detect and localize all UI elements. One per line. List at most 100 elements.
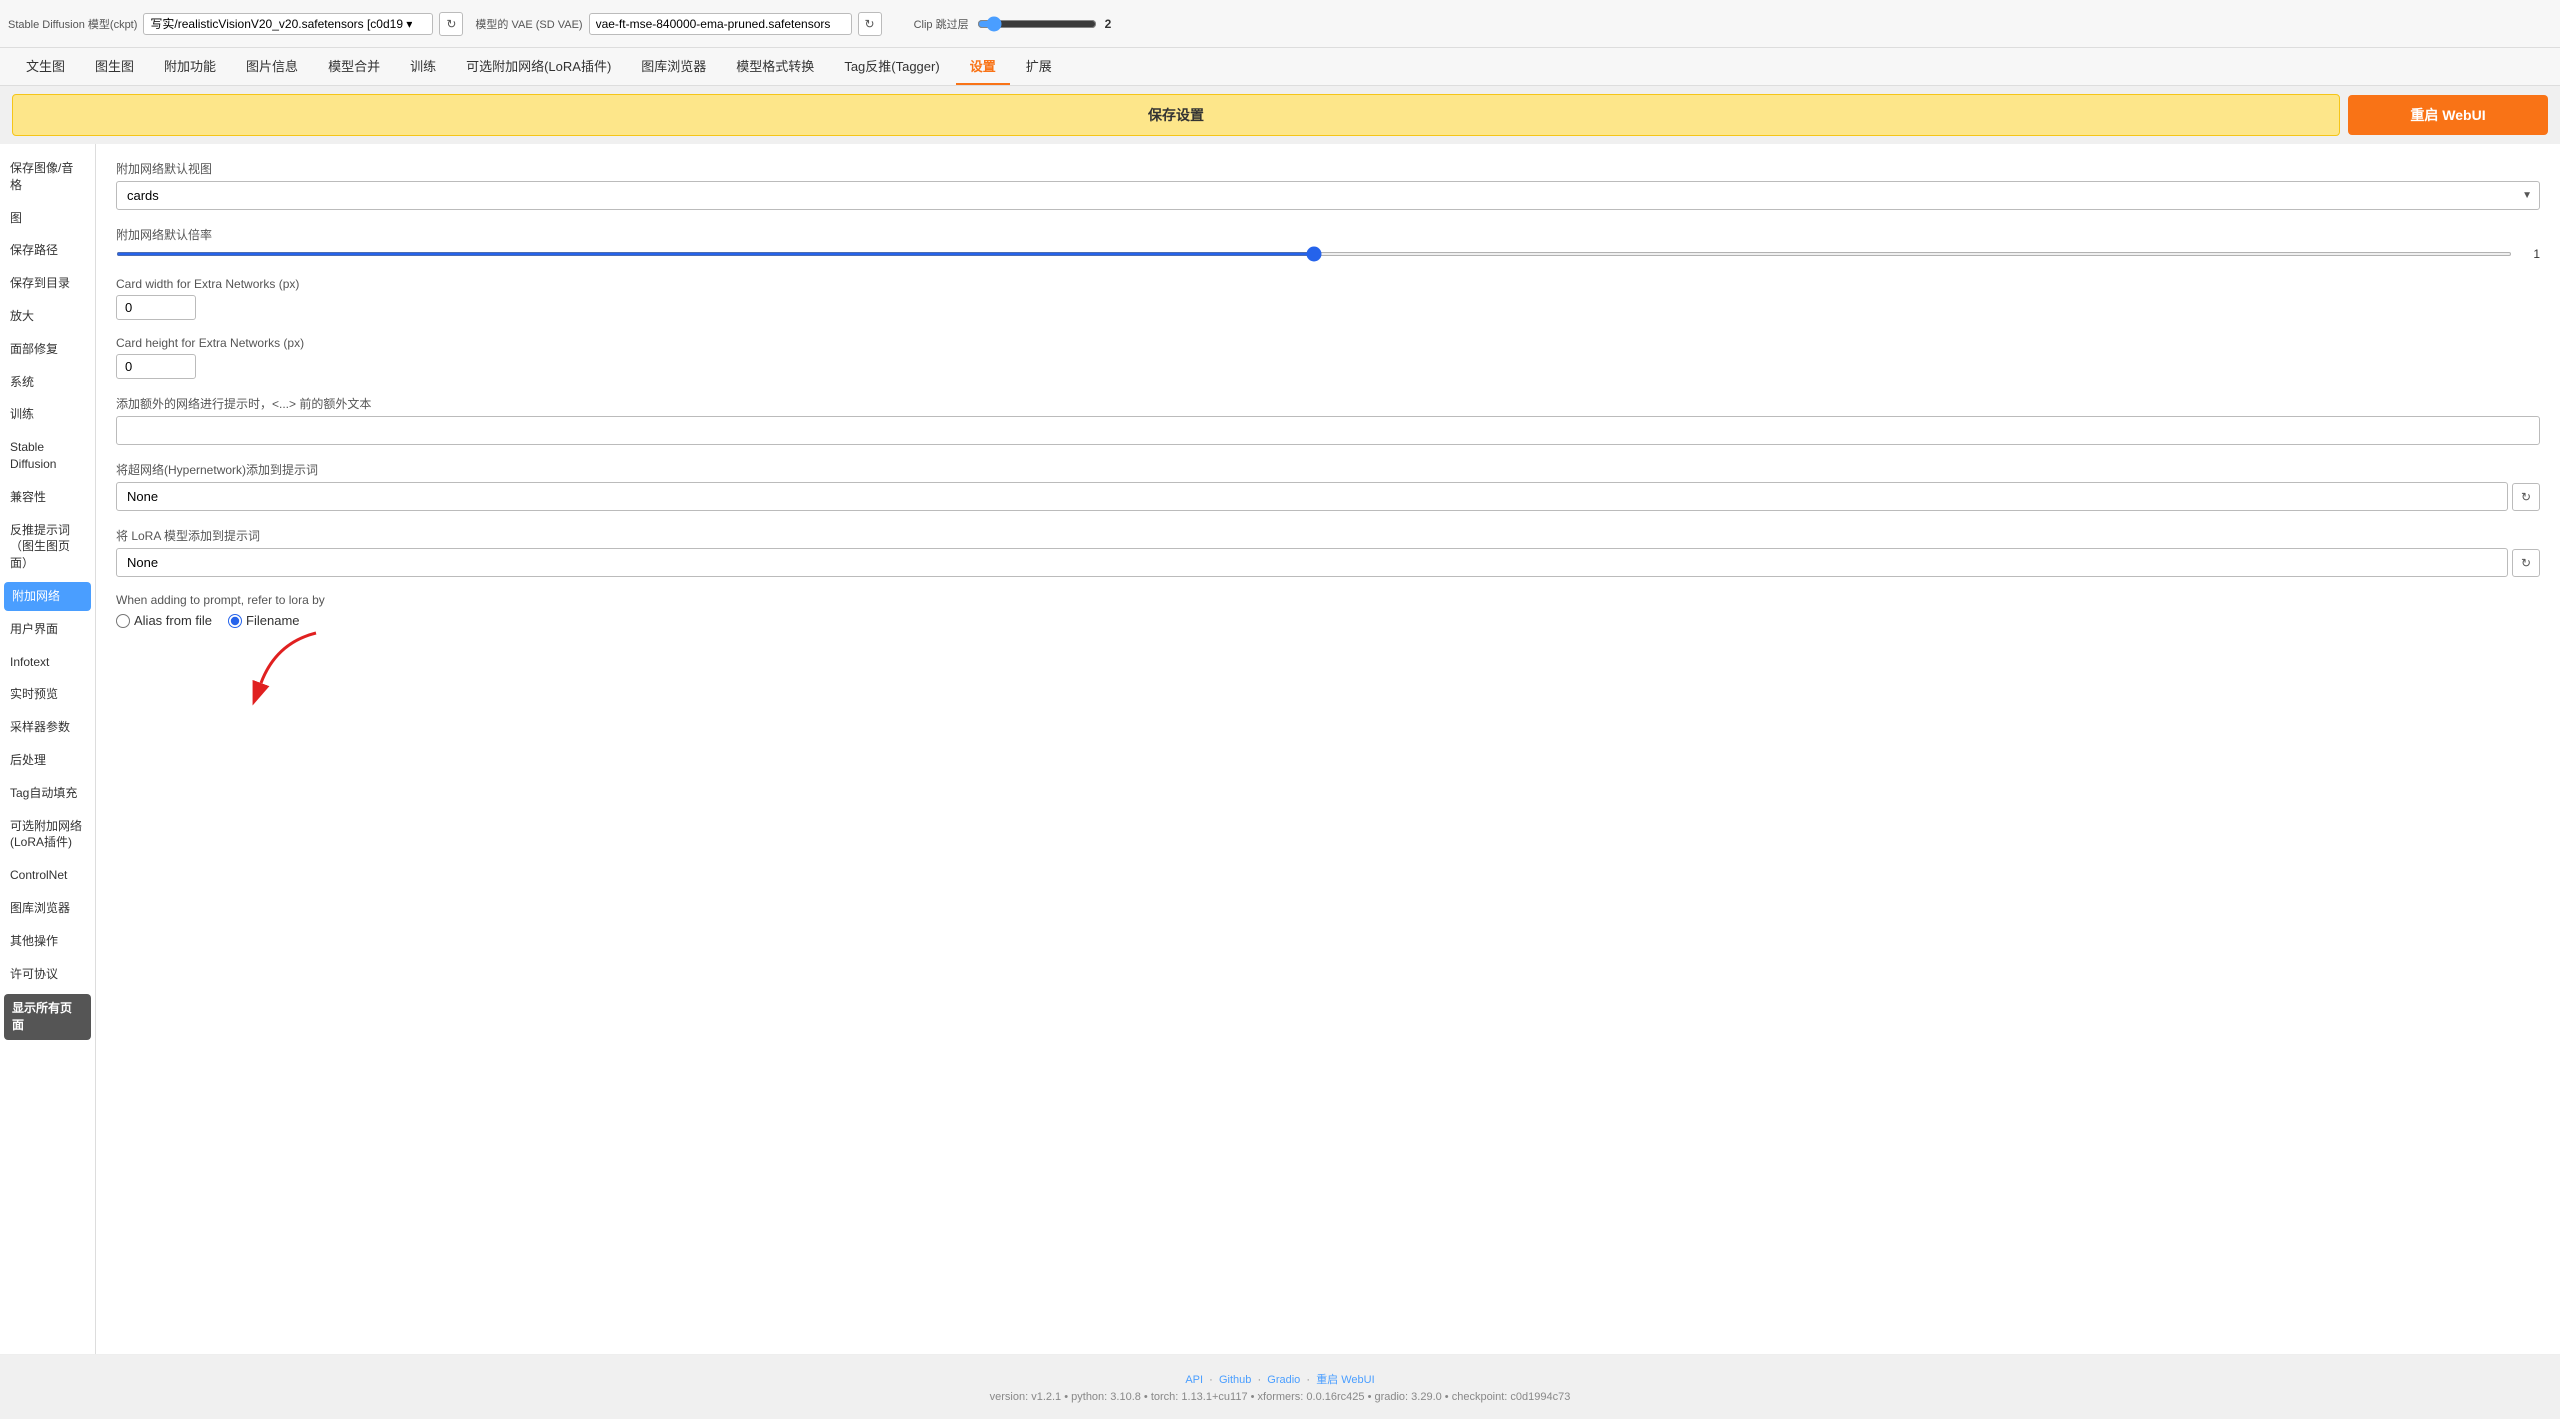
lora-refer-radio-group: Alias from file Filename	[116, 613, 2540, 628]
sidebar-item-compat[interactable]: 兼容性	[0, 481, 95, 514]
footer-github-link[interactable]: Github	[1219, 1374, 1251, 1386]
nav-item-settings[interactable]: 设置	[956, 48, 1010, 85]
nav-item-pnginfo[interactable]: 图片信息	[232, 48, 312, 85]
radio-filename[interactable]: Filename	[228, 613, 299, 628]
nav-item-merge[interactable]: 模型合并	[314, 48, 394, 85]
main-layout: 保存图像/音格 图 保存路径 保存到目录 放大 面部修复 系统 训练 Stabl…	[0, 144, 2560, 1354]
settings-content: 附加网络默认视图 cards ▼ 附加网络默认倍率 1 Card width f…	[96, 144, 2560, 1354]
nav-bar: 文生图 图生图 附加功能 图片信息 模型合并 训练 可选附加网络(LoRA插件)…	[0, 48, 2560, 86]
sidebar-item-license[interactable]: 许可协议	[0, 958, 95, 991]
sidebar-item-live-preview[interactable]: 实时预览	[0, 678, 95, 711]
hypernetwork-refresh-btn[interactable]: ↻	[2512, 483, 2540, 511]
radio-filename-input[interactable]	[228, 614, 242, 628]
extra-networks-multiplier-label: 附加网络默认倍率	[116, 226, 2540, 243]
card-height-label: Card height for Extra Networks (px)	[116, 336, 2540, 350]
sidebar-item-postprocess[interactable]: 后处理	[0, 744, 95, 777]
clip-label: Clip 跳过层	[914, 16, 969, 32]
card-height-input[interactable]	[116, 354, 196, 379]
vae-section: 模型的 VAE (SD VAE) vae-ft-mse-840000-ema-p…	[475, 12, 881, 36]
action-bar: 保存设置 重启 WebUI	[0, 86, 2560, 144]
vae-refresh-btn[interactable]: ↻	[858, 12, 882, 36]
model-label: Stable Diffusion 模型(ckpt)	[8, 16, 137, 32]
card-height-group: Card height for Extra Networks (px)	[116, 336, 2540, 379]
extra-networks-view-group: 附加网络默认视图 cards ▼	[116, 160, 2540, 210]
sidebar-item-lora-plugin[interactable]: 可选附加网络(LoRA插件)	[0, 810, 95, 860]
sidebar-item-face-restore[interactable]: 面部修复	[0, 333, 95, 366]
sidebar-item-other[interactable]: 其他操作	[0, 925, 95, 958]
extra-text-input[interactable]	[116, 416, 2540, 445]
clip-slider[interactable]	[977, 16, 1097, 32]
nav-item-extensions[interactable]: 扩展	[1012, 48, 1066, 85]
sidebar-item-train[interactable]: 训练	[0, 398, 95, 431]
model-select[interactable]: 写实/realisticVisionV20_v20.safetensors [c…	[143, 13, 433, 35]
extra-networks-multiplier-group: 附加网络默认倍率 1	[116, 226, 2540, 261]
hypernetwork-select[interactable]: None	[116, 482, 2508, 511]
sidebar-item-gallery-browser[interactable]: 图库浏览器	[0, 892, 95, 925]
nav-item-train[interactable]: 训练	[396, 48, 450, 85]
lora-select-wrapper: None ↻	[116, 548, 2540, 577]
restart-webui-button[interactable]: 重启 WebUI	[2348, 95, 2548, 135]
sidebar-item-upscale[interactable]: 放大	[0, 300, 95, 333]
nav-item-lora[interactable]: 可选附加网络(LoRA插件)	[452, 48, 625, 85]
clip-section: Clip 跳过层 2	[914, 16, 1112, 32]
radio-filename-label: Filename	[246, 613, 299, 628]
footer-version: version: v1.2.1 • python: 3.10.8 • torch…	[16, 1391, 2544, 1403]
lora-select[interactable]: None	[116, 548, 2508, 577]
lora-refer-group: When adding to prompt, refer to lora by …	[116, 593, 2540, 628]
sidebar-item-controlnet[interactable]: ControlNet	[0, 859, 95, 892]
nav-item-gallery[interactable]: 图库浏览器	[627, 48, 720, 85]
hypernetwork-group: 将超网络(Hypernetwork)添加到提示词 None ↻	[116, 461, 2540, 511]
lora-refer-label: When adding to prompt, refer to lora by	[116, 593, 2540, 607]
radio-alias-from-file-input[interactable]	[116, 614, 130, 628]
nav-item-txt2img[interactable]: 文生图	[12, 48, 79, 85]
lora-refresh-btn[interactable]: ↻	[2512, 549, 2540, 577]
sidebar-item-save-image[interactable]: 保存图像/音格	[0, 152, 95, 202]
card-width-label: Card width for Extra Networks (px)	[116, 277, 2540, 291]
footer-gradio-link[interactable]: Gradio	[1267, 1374, 1300, 1386]
extra-networks-multiplier-value: 1	[2520, 247, 2540, 261]
model-refresh-btn[interactable]: ↻	[439, 12, 463, 36]
hypernetwork-select-wrapper: None ↻	[116, 482, 2540, 511]
lora-group: 将 LoRA 模型添加到提示词 None ↻	[116, 527, 2540, 577]
vae-select-wrapper: vae-ft-mse-840000-ema-pruned.safetensors	[589, 13, 852, 35]
sidebar-item-ui[interactable]: 用户界面	[0, 613, 95, 646]
clip-value: 2	[1105, 17, 1112, 31]
card-width-group: Card width for Extra Networks (px)	[116, 277, 2540, 320]
extra-text-label: 添加额外的网络进行提示时，<...> 前的额外文本	[116, 395, 2540, 412]
radio-alias-from-file[interactable]: Alias from file	[116, 613, 212, 628]
sidebar-item-sampler[interactable]: 采样器参数	[0, 711, 95, 744]
extra-text-group: 添加额外的网络进行提示时，<...> 前的额外文本	[116, 395, 2540, 445]
footer: API · Github · Gradio · 重启 WebUI version…	[0, 1354, 2560, 1419]
hypernetwork-label: 将超网络(Hypernetwork)添加到提示词	[116, 461, 2540, 478]
nav-item-img2img[interactable]: 图生图	[81, 48, 148, 85]
vae-select[interactable]: vae-ft-mse-840000-ema-pruned.safetensors	[589, 13, 852, 35]
sidebar-item-show-all[interactable]: 显示所有页面	[4, 994, 91, 1040]
model-section: Stable Diffusion 模型(ckpt) 写实/realisticVi…	[8, 12, 463, 36]
footer-links: API · Github · Gradio · 重启 WebUI	[16, 1371, 2544, 1387]
radio-alias-from-file-label: Alias from file	[134, 613, 212, 628]
extra-networks-multiplier-row: 1	[116, 247, 2540, 261]
sidebar-item-save-path[interactable]: 保存路径	[0, 234, 95, 267]
sidebar: 保存图像/音格 图 保存路径 保存到目录 放大 面部修复 系统 训练 Stabl…	[0, 144, 96, 1354]
sidebar-item-tag-autocomplete[interactable]: Tag自动填充	[0, 777, 95, 810]
save-settings-button[interactable]: 保存设置	[12, 94, 2340, 136]
extra-networks-multiplier-slider[interactable]	[116, 252, 2512, 256]
footer-api-link[interactable]: API	[1185, 1374, 1203, 1386]
sidebar-item-system[interactable]: 系统	[0, 366, 95, 399]
card-width-input[interactable]	[116, 295, 196, 320]
nav-item-convert[interactable]: 模型格式转换	[722, 48, 828, 85]
sidebar-item-interrogate[interactable]: 反推提示词（图生图页面）	[0, 514, 95, 580]
sidebar-item-infotext[interactable]: Infotext	[0, 646, 95, 679]
red-arrow-icon	[256, 623, 376, 703]
top-bar: Stable Diffusion 模型(ckpt) 写实/realisticVi…	[0, 0, 2560, 48]
extra-networks-view-label: 附加网络默认视图	[116, 160, 2540, 177]
nav-item-extras[interactable]: 附加功能	[150, 48, 230, 85]
footer-restart-link[interactable]: 重启 WebUI	[1316, 1374, 1374, 1386]
nav-item-tagger[interactable]: Tag反推(Tagger)	[830, 48, 953, 85]
extra-networks-view-select[interactable]: cards	[116, 181, 2540, 210]
sidebar-item-image[interactable]: 图	[0, 202, 95, 235]
model-select-wrapper: 写实/realisticVisionV20_v20.safetensors [c…	[143, 13, 433, 35]
sidebar-item-sd[interactable]: Stable Diffusion	[0, 431, 95, 481]
sidebar-item-extra-networks[interactable]: 附加网络	[4, 582, 91, 611]
sidebar-item-save-to-dir[interactable]: 保存到目录	[0, 267, 95, 300]
